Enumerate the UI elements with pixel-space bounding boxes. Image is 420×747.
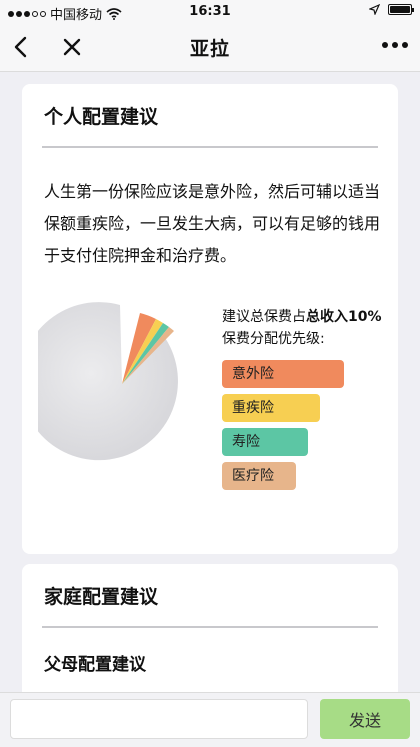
status-right [369, 4, 414, 15]
more-icon[interactable] [382, 42, 408, 48]
content-scroll[interactable]: 个人配置建议 人生第一份保险应该是意外险，然后可辅以适当保额重疾险，一旦发生大病… [0, 72, 420, 692]
send-button[interactable]: 发送 [320, 699, 410, 739]
premium-pie-chart [38, 302, 178, 461]
message-input[interactable] [10, 699, 308, 739]
battery-icon [388, 4, 414, 15]
premium-ratio-prefix: 建议总保费占 [222, 309, 306, 325]
family-config-card: 家庭配置建议 父母配置建议 [22, 564, 398, 692]
divider [42, 146, 378, 148]
priority-bar-life: 寿险 [222, 428, 308, 456]
priority-bar-critical-illness: 重疾险 [222, 394, 320, 422]
section-subtitle: 父母配置建议 [44, 655, 146, 675]
premium-ratio-value: 总收入10% [306, 309, 382, 325]
input-bar: 发送 [0, 692, 420, 747]
divider [42, 626, 378, 628]
personal-config-card: 个人配置建议 人生第一份保险应该是意外险，然后可辅以适当保额重疾险，一旦发生大病… [22, 84, 398, 554]
page-title: 亚拉 [189, 38, 230, 60]
priority-heading: 保费分配优先级: [222, 331, 325, 347]
nav-bar: 亚拉 [0, 24, 420, 72]
advice-text: 人生第一份保险应该是意外险，然后可辅以适当保额重疾险，一旦发生大病，可以有足够的… [44, 182, 381, 265]
priority-bar-accident: 意外险 [222, 360, 344, 388]
location-arrow-icon [369, 4, 380, 15]
status-time: 16:31 [189, 4, 231, 19]
card-title: 个人配置建议 [44, 106, 159, 128]
priority-bar-medical: 医疗险 [222, 462, 296, 490]
status-bar: 中国移动 16:31 [0, 0, 420, 24]
priority-legend: 建议总保费占总收入10% 保费分配优先级: 意外险 重疾险 寿险 医疗险 [222, 306, 392, 490]
premium-ratio-line: 建议总保费占总收入10% [222, 306, 392, 328]
card-title: 家庭配置建议 [44, 586, 159, 608]
